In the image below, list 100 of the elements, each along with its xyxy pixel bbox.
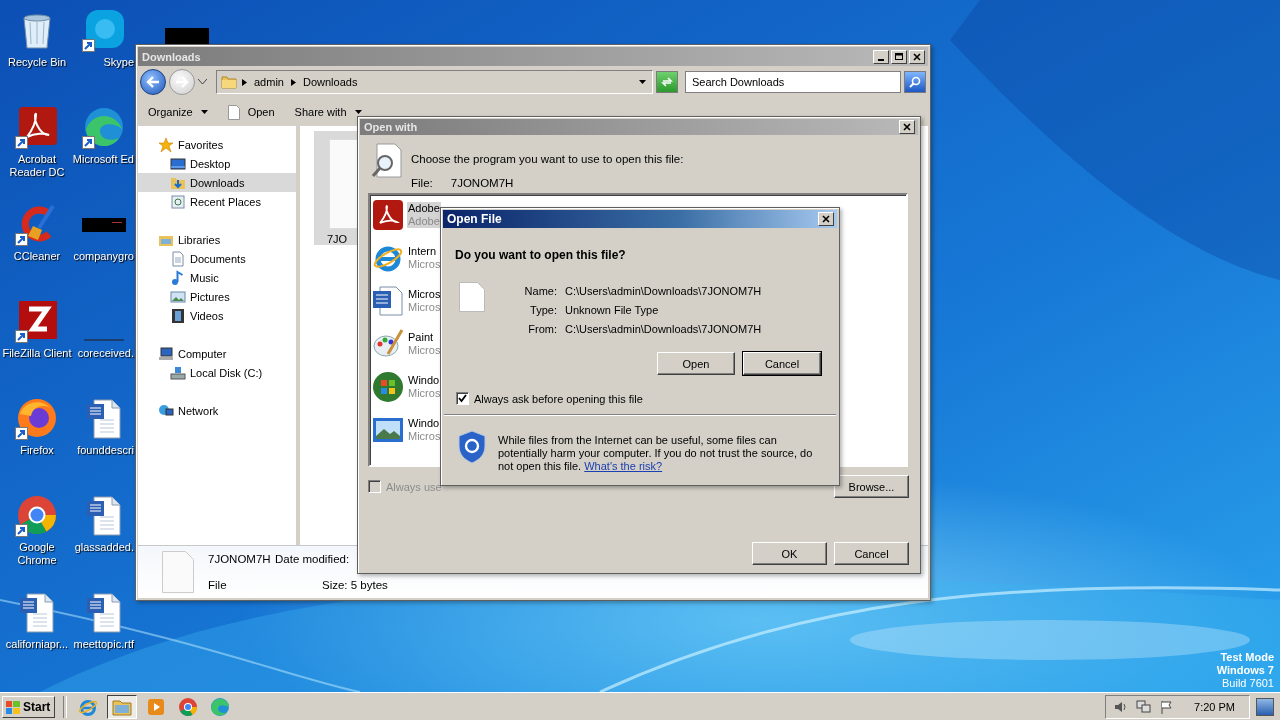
windows-flag-icon [5, 698, 21, 715]
nav-item[interactable]: Desktop [138, 154, 296, 173]
icon-label: CCleaner [13, 250, 61, 263]
browser-icon[interactable] [15, 493, 59, 537]
star-icon [158, 136, 174, 153]
notice-text: Test Mode [1220, 651, 1274, 664]
breadcrumb[interactable]: Downloads [300, 73, 360, 91]
toolbar-button[interactable]: Share with [288, 100, 368, 124]
breadcrumb[interactable]: admin [252, 73, 286, 91]
icon-label: meettopic.rtf [73, 638, 134, 651]
browser-icon[interactable] [82, 105, 126, 149]
document-icon [372, 285, 404, 317]
address-bar[interactable]: admin Downloads [216, 70, 653, 94]
browser-icon[interactable] [15, 396, 59, 440]
caret-icon [639, 80, 646, 84]
checkbox[interactable] [456, 392, 469, 405]
ok-button[interactable]: OK [752, 542, 827, 565]
file-label: File: [411, 177, 433, 189]
document-icon [170, 250, 186, 267]
nav-item[interactable]: Computer [138, 344, 296, 363]
pictures-icon [170, 288, 186, 305]
close-icon [902, 122, 912, 132]
checkbox-label: Always use [386, 480, 442, 493]
nav-item[interactable]: Videos [138, 306, 296, 325]
checkbox-label: Always ask before opening this file [474, 392, 643, 405]
chevron-icon [242, 78, 247, 86]
field-label: Name: [523, 285, 557, 297]
show-desktop-button[interactable] [1256, 697, 1274, 716]
search-button[interactable] [904, 71, 926, 93]
field-label: Type: [529, 304, 557, 316]
program-item[interactable]: Micros Micros [407, 288, 442, 314]
arrow-left-icon [146, 76, 160, 88]
icon-label: Acrobat Reader DC [8, 153, 66, 179]
download-folder-icon [221, 74, 237, 90]
toolbar-button[interactable]: Open [221, 100, 281, 124]
nav-item[interactable]: Network [138, 401, 296, 420]
search-document-icon [371, 143, 403, 181]
nav-item[interactable]: Documents [138, 249, 296, 268]
icon-label: californiapr... [5, 638, 69, 651]
close-button[interactable] [899, 120, 915, 134]
close-icon [821, 214, 831, 224]
flag-icon[interactable] [1160, 699, 1175, 714]
nav-item[interactable]: Libraries [138, 230, 296, 249]
nav-item[interactable]: Favorites [138, 135, 296, 154]
search-field[interactable]: Search Downloads [685, 71, 901, 93]
network-icon[interactable] [1136, 699, 1153, 714]
close-button[interactable] [909, 49, 925, 64]
icon-label: coreceived. [77, 347, 134, 360]
program-item[interactable]: Intern Micros [407, 245, 442, 271]
start-button[interactable]: Start [2, 695, 56, 718]
minimize-button[interactable] [873, 49, 889, 64]
dialog-question: Do you want to open this file? [454, 247, 627, 262]
taskbar-app[interactable] [107, 694, 138, 719]
recent-places-icon [170, 193, 186, 210]
cancel-button[interactable]: Cancel [834, 542, 909, 565]
program-item[interactable]: Adobe Adobe [407, 202, 441, 228]
speaker-icon[interactable] [1114, 699, 1129, 714]
prompt-text: Choose the program you want to use to open this file: [411, 153, 684, 165]
browse-button[interactable]: Browse... [834, 475, 909, 498]
nav-item[interactable]: Music [138, 268, 296, 287]
window-title: Downloads [142, 50, 201, 63]
film-icon [170, 307, 186, 324]
program-item[interactable]: Paint Micros [407, 331, 442, 357]
caret-icon[interactable] [198, 79, 207, 85]
cancel-button[interactable]: Cancel [743, 352, 821, 375]
notice-text: Build 7601 [1222, 677, 1274, 690]
caret-icon [200, 110, 208, 114]
file-item[interactable]: 7JO [314, 131, 360, 245]
minimize-icon [878, 59, 884, 61]
field-value: C:\Users\admin\Downloads\7JONOM7H [565, 323, 762, 335]
maximize-button[interactable] [891, 49, 907, 64]
back-button[interactable] [140, 69, 166, 95]
close-button[interactable] [818, 212, 834, 226]
nav-item[interactable]: Pictures [138, 287, 296, 306]
nav-item[interactable]: Downloads [138, 173, 296, 192]
browser-icon [210, 696, 231, 717]
orb-icon [372, 371, 404, 403]
network-icon [158, 402, 174, 419]
icon-label: companygro [73, 250, 134, 263]
open-button[interactable]: Open [657, 352, 735, 375]
file-icon [227, 104, 240, 120]
icon-label: Microsoft Ed [72, 153, 134, 166]
file-icon [459, 282, 485, 312]
shield-icon [457, 430, 487, 464]
nav-item[interactable]: Local Disk (C:) [138, 363, 296, 382]
toolbar-button[interactable]: Organize [142, 100, 214, 124]
dialog-title: Open with [364, 121, 418, 133]
chevron-icon [290, 78, 296, 86]
computer-icon [158, 345, 174, 362]
program-item[interactable]: Windo Micros [407, 417, 442, 443]
program-item[interactable]: Windo Micros [407, 374, 442, 400]
risk-link[interactable]: What's the risk? [584, 460, 663, 472]
refresh-button[interactable] [656, 71, 678, 93]
icon-label: Recycle Bin [7, 56, 67, 69]
file-thumbnail-icon [165, 28, 209, 44]
notice-text: Windows 7 [1216, 664, 1274, 677]
nav-item[interactable]: Recent Places [138, 192, 296, 211]
disk-icon [170, 364, 186, 381]
desktop-icon [170, 155, 186, 172]
file-icon [162, 551, 194, 593]
